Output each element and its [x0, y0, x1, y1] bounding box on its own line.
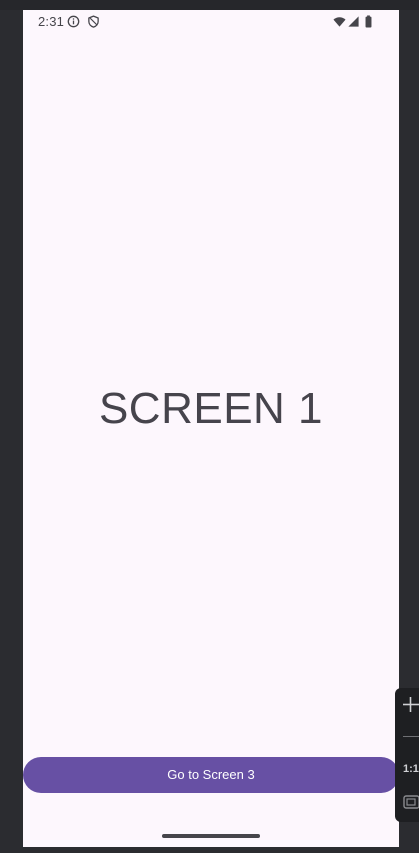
wifi-icon — [333, 17, 346, 27]
status-time: 2:31 — [38, 14, 65, 29]
toolbar-divider — [403, 736, 419, 737]
gesture-nav-handle[interactable] — [162, 834, 260, 838]
info-icon — [67, 15, 80, 28]
signal-icon — [348, 16, 359, 27]
shield-icon — [88, 15, 99, 28]
status-bar: 2:31 — [23, 10, 399, 34]
battery-icon — [365, 15, 372, 28]
screen-title: SCREEN 1 — [98, 384, 324, 433]
zoom-in-icon[interactable] — [402, 696, 419, 713]
go-to-screen-3-button[interactable]: Go to Screen 3 — [23, 757, 399, 793]
actual-size-button[interactable]: 1:1 — [403, 763, 419, 775]
emulator-top-strip — [0, 0, 419, 10]
screenshot-icon[interactable] — [403, 795, 419, 809]
emulator-side-toolbar: 1:1 — [395, 688, 419, 822]
device-screen: 2:31 SCREEN 1 Go to Screen 3 — [23, 10, 399, 847]
